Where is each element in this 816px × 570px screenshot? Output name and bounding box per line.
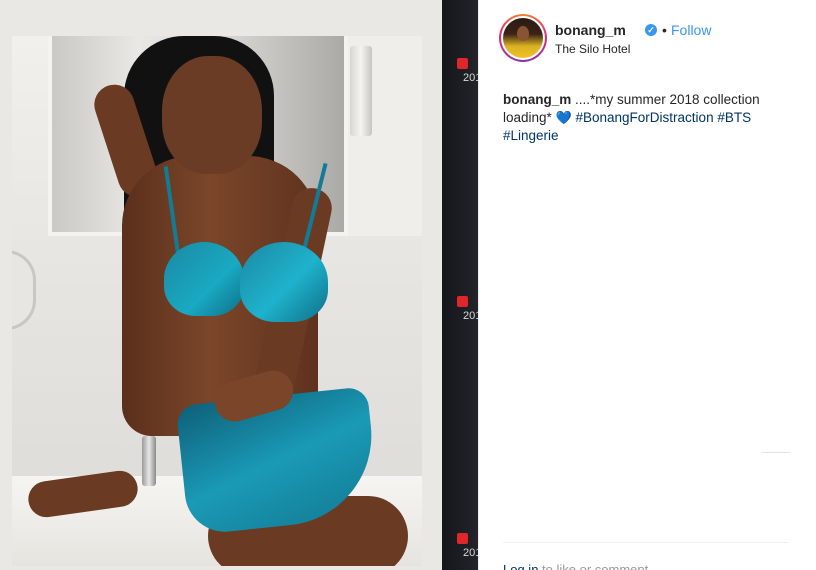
hashtag-link[interactable]: #BonangForDistraction xyxy=(576,110,714,125)
wall-light xyxy=(350,46,372,136)
record-dot-icon xyxy=(457,296,468,307)
bathroom-tap xyxy=(142,436,156,486)
recording-marker: 201 xyxy=(454,296,478,326)
hashtag-link[interactable]: #BTS xyxy=(717,110,751,125)
login-link[interactable]: Log in xyxy=(503,562,538,570)
model-head xyxy=(162,56,262,174)
recording-label: 201 xyxy=(463,310,478,322)
avatar-border xyxy=(501,16,545,60)
post-caption: bonang_m ....*my summer 2018 collection … xyxy=(503,91,783,145)
login-prompt: Log in to like or comment. xyxy=(503,562,652,570)
post-header: bonang_m ✓ • Follow The Silo Hotel xyxy=(499,14,799,64)
lingerie-photo xyxy=(12,36,422,566)
recording-label: 201 xyxy=(463,547,478,559)
record-dot-icon xyxy=(457,58,468,69)
bra-cup xyxy=(240,242,328,322)
scroll-divider xyxy=(762,452,790,453)
verified-badge-icon: ✓ xyxy=(645,24,657,36)
printed-photo-card xyxy=(0,0,442,570)
avatar-face xyxy=(517,26,529,41)
post-sidebar: bonang_m ✓ • Follow The Silo Hotel bonan… xyxy=(478,0,816,570)
recording-label: 201 xyxy=(463,72,478,84)
record-dot-icon xyxy=(457,533,468,544)
avatar[interactable] xyxy=(499,14,547,62)
login-prompt-text: to like or comment. xyxy=(538,562,652,570)
hashtag-link[interactable]: #Lingerie xyxy=(503,128,559,143)
recording-marker: 201 xyxy=(454,533,478,563)
username-link[interactable]: bonang_m xyxy=(555,22,626,38)
recording-marker: 201 xyxy=(454,58,478,88)
bra-cup xyxy=(164,242,244,316)
caption-username[interactable]: bonang_m xyxy=(503,92,571,107)
blue-heart-icon: 💙 xyxy=(555,110,572,125)
sidebar-divider xyxy=(503,542,789,543)
follow-button[interactable]: Follow xyxy=(671,22,711,38)
separator-dot: • xyxy=(662,22,667,38)
location-link[interactable]: The Silo Hotel xyxy=(555,42,630,56)
avatar-image xyxy=(503,18,543,58)
post-photo[interactable]: 201 201 201 xyxy=(0,0,478,570)
round-mirror xyxy=(12,250,36,330)
